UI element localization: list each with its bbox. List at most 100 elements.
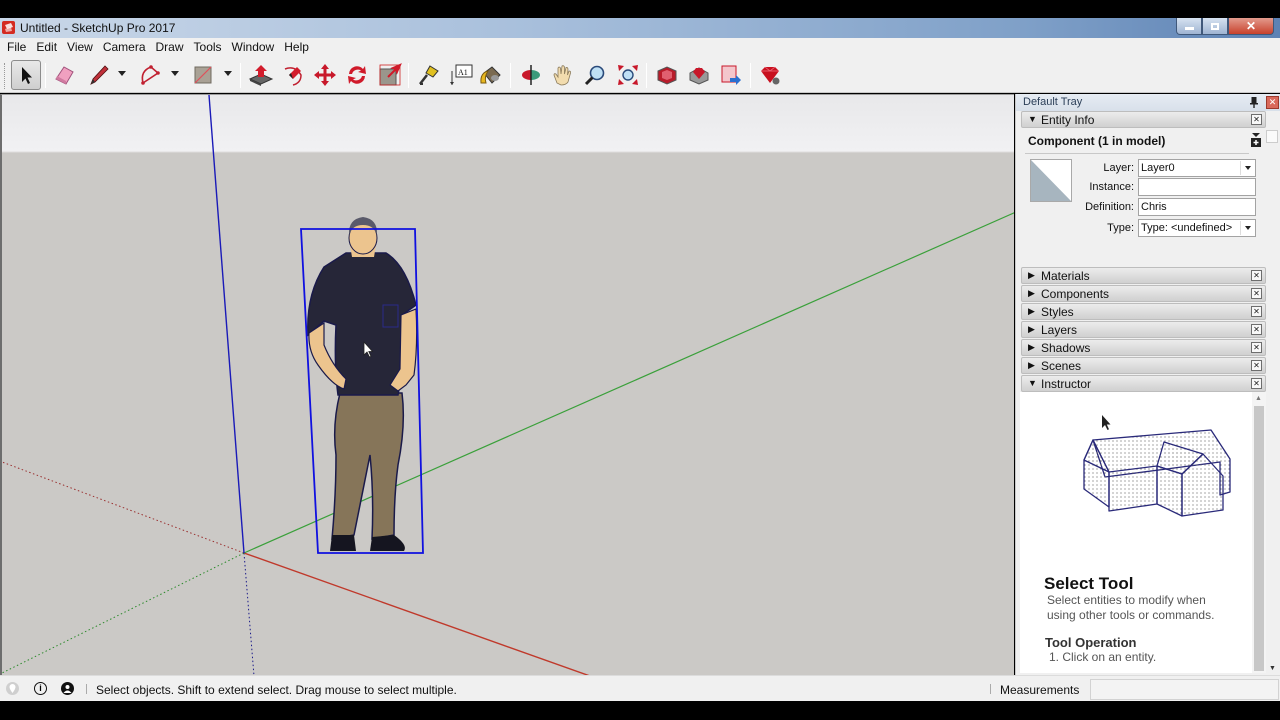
panel-components[interactable]: ▶ Components ✕ — [1021, 285, 1266, 302]
status-message: Select objects. Shift to extend select. … — [96, 683, 457, 697]
panel-close-icon[interactable]: ✕ — [1251, 306, 1262, 317]
paint-bucket-tool-button[interactable] — [476, 60, 506, 90]
tray-scrollbar-up[interactable] — [1266, 130, 1278, 143]
zoom-extents-icon — [618, 65, 638, 85]
panel-layers[interactable]: ▶ Layers ✕ — [1021, 321, 1266, 338]
menu-camera[interactable]: Camera — [98, 38, 151, 57]
rectangle-tool-dropdown[interactable] — [223, 71, 233, 79]
status-bar: i Select objects. Shift to extend select… — [0, 675, 1280, 701]
rotate-tool-button[interactable] — [342, 60, 372, 90]
credits-info-icon[interactable]: i — [34, 682, 47, 695]
select-tool-button[interactable] — [11, 60, 41, 90]
menu-tools[interactable]: Tools — [189, 38, 227, 57]
menu-help[interactable]: Help — [279, 38, 314, 57]
move-tool-button[interactable] — [310, 60, 340, 90]
panel-label: Shadows — [1041, 341, 1091, 355]
orbit-icon — [522, 65, 540, 85]
menu-file[interactable]: File — [2, 38, 31, 57]
panel-close-icon[interactable]: ✕ — [1251, 270, 1262, 281]
tray-close-button[interactable]: ✕ — [1266, 96, 1279, 109]
tape-measure-tool-button[interactable] — [414, 60, 444, 90]
panel-close-icon[interactable]: ✕ — [1251, 378, 1262, 389]
instance-input[interactable] — [1138, 178, 1256, 196]
text-tool-button[interactable]: A1 — [446, 60, 476, 90]
close-button[interactable]: ✕ — [1228, 18, 1274, 35]
offset-tool-button[interactable] — [278, 60, 308, 90]
definition-label: Definition: — [1085, 201, 1134, 213]
scroll-up-icon[interactable]: ▲ — [1255, 395, 1262, 402]
scene-canvas[interactable] — [2, 95, 1014, 675]
model-viewport[interactable] — [0, 94, 1014, 675]
component-chris[interactable] — [300, 217, 424, 554]
arc-tool-dropdown[interactable] — [170, 71, 180, 79]
send-to-layout-icon — [721, 65, 741, 85]
panel-label: Entity Info — [1041, 113, 1095, 127]
window-title: Untitled - SketchUp Pro 2017 — [20, 21, 176, 35]
panel-close-icon[interactable]: ✕ — [1251, 342, 1262, 353]
measurements-label: Measurements — [1000, 683, 1080, 697]
send-to-layout-button[interactable] — [716, 60, 746, 90]
panel-scenes[interactable]: ▶ Scenes ✕ — [1021, 357, 1266, 374]
zoom-tool-button[interactable] — [580, 60, 610, 90]
default-tray: Default Tray ✕ ▼ Entity Info ✕ Component… — [1015, 94, 1280, 675]
pan-tool-button[interactable] — [548, 60, 578, 90]
scrollbar-thumb[interactable] — [1254, 406, 1264, 671]
layer-select[interactable]: Layer0 — [1138, 159, 1256, 177]
user-account-icon[interactable] — [61, 682, 74, 695]
expand-details-icon[interactable] — [1251, 133, 1261, 147]
pin-icon[interactable] — [1250, 97, 1258, 108]
instructor-illustration — [1083, 415, 1231, 517]
orbit-tool-button[interactable] — [516, 60, 546, 90]
warehouse-icon — [657, 66, 677, 85]
panel-styles[interactable]: ▶ Styles ✕ — [1021, 303, 1266, 320]
panel-close-icon[interactable]: ✕ — [1251, 288, 1262, 299]
menu-window[interactable]: Window — [227, 38, 280, 57]
geo-location-icon[interactable] — [6, 682, 19, 695]
offset-icon — [284, 67, 302, 86]
arrow-cursor-icon — [22, 67, 32, 84]
paint-bucket-icon — [480, 66, 501, 84]
line-tool-dropdown[interactable] — [117, 71, 127, 79]
extension-manager-button[interactable] — [755, 60, 785, 90]
magnifier-icon — [584, 65, 605, 86]
menu-view[interactable]: View — [62, 38, 98, 57]
measurements-input[interactable] — [1090, 679, 1279, 700]
panel-close-icon[interactable]: ✕ — [1251, 360, 1262, 371]
zoom-extents-tool-button[interactable] — [613, 60, 643, 90]
letterbox-bottom — [0, 701, 1280, 720]
rectangle-tool-button[interactable] — [188, 60, 218, 90]
scroll-down-icon[interactable]: ▼ — [1269, 665, 1276, 672]
restore-button[interactable] — [1202, 18, 1228, 35]
collapse-arrow-icon: ▼ — [1028, 114, 1037, 124]
3d-warehouse-button[interactable] — [652, 60, 682, 90]
tape-measure-icon — [419, 65, 439, 85]
blue-axis — [208, 95, 245, 554]
panel-materials[interactable]: ▶ Materials ✕ — [1021, 267, 1266, 284]
panel-close-icon[interactable]: ✕ — [1251, 114, 1262, 125]
scale-tool-button[interactable] — [375, 60, 405, 90]
push-pull-tool-button[interactable] — [246, 60, 276, 90]
definition-input[interactable]: Chris — [1138, 198, 1256, 216]
eraser-tool-button[interactable] — [49, 60, 79, 90]
eraser-icon — [55, 66, 74, 85]
close-icon: ✕ — [1268, 97, 1277, 107]
red-axis — [243, 552, 590, 675]
panel-entity-info[interactable]: ▼ Entity Info ✕ — [1021, 111, 1266, 128]
menu-draw[interactable]: Draw — [151, 38, 189, 57]
rectangle-icon — [194, 66, 212, 84]
extension-warehouse-button[interactable] — [684, 60, 714, 90]
toolbar-grip[interactable] — [4, 63, 7, 89]
move-icon — [314, 64, 336, 86]
type-select[interactable]: Type: <undefined> — [1138, 219, 1256, 237]
minimize-button[interactable] — [1176, 18, 1202, 35]
toolbar-separator — [750, 63, 751, 88]
panel-instructor[interactable]: ▼ Instructor ✕ — [1021, 375, 1266, 392]
panel-shadows[interactable]: ▶ Shadows ✕ — [1021, 339, 1266, 356]
instructor-scrollbar[interactable]: ▲ — [1252, 392, 1266, 673]
panel-close-icon[interactable]: ✕ — [1251, 324, 1262, 335]
line-tool-button[interactable] — [84, 60, 114, 90]
panel-label: Styles — [1041, 305, 1074, 319]
menu-edit[interactable]: Edit — [31, 38, 62, 57]
arc-tool-button[interactable] — [136, 60, 166, 90]
instructor-operation-step: 1. Click on an entity. — [1049, 650, 1157, 664]
